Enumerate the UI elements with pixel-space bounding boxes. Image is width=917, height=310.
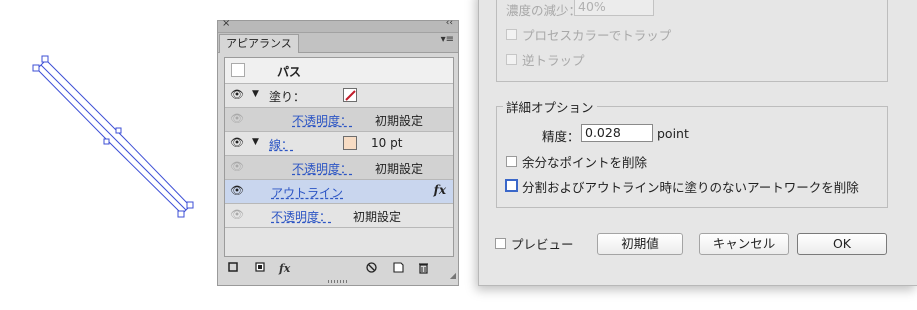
divide-outline-checkbox[interactable] — [505, 179, 518, 192]
pathfinder-options-dialog: 濃度の減少： 40% プロセスカラーでトラップ 逆トラップ 詳細オプション 精度… — [478, 0, 917, 286]
resize-handle-icon[interactable]: ◢ — [450, 271, 456, 280]
clear-appearance-icon[interactable] — [366, 262, 377, 276]
stroke-opacity-value: 初期設定 — [375, 162, 424, 176]
panel-grip[interactable] — [328, 280, 348, 283]
visibility-eye-icon[interactable]: 👁 — [230, 137, 244, 149]
visibility-eye-icon[interactable]: 👁 — [230, 113, 244, 125]
precision-input[interactable]: 0.028 — [581, 124, 653, 142]
precision-label: 精度： — [542, 129, 580, 144]
expand-triangle-icon[interactable]: ▼ — [252, 137, 259, 147]
fill-label: 塗り： — [269, 90, 306, 104]
opacity-row[interactable]: 👁 不透明度： 初期設定 — [225, 204, 453, 228]
expand-triangle-icon[interactable]: ▼ — [252, 89, 259, 99]
defaults-button[interactable]: 初期値 — [597, 233, 683, 255]
appearance-list: パス 👁 ▼ 塗り： 👁 不透明度： 初期設定 👁 ▼ 線： 10 pt 👁 不… — [224, 57, 454, 257]
visibility-eye-icon[interactable]: 👁 — [230, 161, 244, 173]
visibility-eye-icon[interactable]: 👁 — [230, 185, 244, 197]
visibility-eye-icon[interactable]: 👁 — [230, 209, 244, 221]
stroke-weight[interactable]: 10 pt — [371, 136, 402, 150]
fill-opacity-row[interactable]: 👁 不透明度： 初期設定 — [225, 108, 453, 132]
collapse-icon[interactable]: ‹‹ — [446, 18, 453, 28]
none-swatch-icon — [345, 90, 356, 101]
stroke-opacity-link[interactable]: 不透明度： — [292, 160, 352, 177]
close-icon[interactable]: × — [222, 18, 230, 29]
panel-bottom-toolbar: fx ◢ — [218, 261, 458, 283]
preview-checkbox[interactable] — [495, 238, 506, 249]
fill-row[interactable]: 👁 ▼ 塗り： — [225, 84, 453, 108]
fill-swatch[interactable] — [343, 88, 357, 102]
outline-effect-row[interactable]: 👁 アウトライン fx — [225, 180, 453, 204]
reverse-trap-label: 逆トラップ — [522, 53, 585, 68]
stroke-link[interactable]: 線： — [269, 136, 293, 153]
stroke-opacity-row[interactable]: 👁 不透明度： 初期設定 — [225, 156, 453, 180]
panel-titlebar[interactable]: × ‹‹ — [218, 18, 458, 33]
fx-icon: fx — [433, 183, 446, 197]
tab-appearance[interactable]: アピアランス — [219, 34, 299, 53]
stroke-row[interactable]: 👁 ▼ 線： 10 pt — [225, 132, 453, 156]
add-stroke-icon[interactable] — [228, 262, 238, 275]
density-input[interactable]: 40% — [574, 0, 654, 16]
preview-label: プレビュー — [511, 237, 574, 252]
opacity-link[interactable]: 不透明度： — [271, 208, 331, 225]
path-thumbnail — [231, 63, 245, 77]
panel-tabbar: アピアランス ▾≡ — [218, 33, 458, 53]
delete-trash-icon[interactable] — [418, 262, 429, 277]
fill-opacity-link[interactable]: 不透明度： — [292, 112, 352, 129]
path-row[interactable]: パス — [225, 58, 453, 84]
divide-outline-label: 分割およびアウトライン時に塗りのないアートワークを削除 — [522, 180, 859, 195]
stroke-swatch[interactable] — [343, 136, 357, 150]
add-effect-icon[interactable]: fx — [279, 262, 290, 275]
density-label: 濃度の減少： — [506, 3, 582, 18]
process-trap-label: プロセスカラーでトラップ — [522, 28, 672, 43]
remove-points-label: 余分なポイントを削除 — [522, 155, 648, 170]
appearance-panel: × ‹‹ アピアランス ▾≡ パス 👁 ▼ 塗り： 👁 不透明度： 初期設定 � — [217, 18, 459, 286]
cancel-button[interactable]: キャンセル — [699, 233, 789, 255]
reverse-trap-checkbox[interactable] — [506, 54, 517, 65]
path-label: パス — [277, 65, 302, 79]
precision-unit: point — [657, 126, 689, 141]
outline-effect-link[interactable]: アウトライン — [271, 184, 343, 201]
visibility-eye-icon[interactable]: 👁 — [230, 89, 244, 101]
detail-options-title: 詳細オプション — [503, 97, 597, 116]
opacity-value: 初期設定 — [353, 210, 402, 224]
canvas-artwork[interactable] — [0, 0, 230, 310]
remove-points-checkbox[interactable] — [506, 156, 517, 167]
add-fill-icon[interactable] — [255, 262, 265, 275]
process-trap-checkbox[interactable] — [506, 29, 517, 40]
fill-opacity-value: 初期設定 — [375, 114, 424, 128]
ok-button[interactable]: OK — [797, 233, 887, 255]
duplicate-item-icon[interactable] — [393, 262, 404, 276]
panel-menu-icon[interactable]: ▾≡ — [441, 34, 454, 45]
